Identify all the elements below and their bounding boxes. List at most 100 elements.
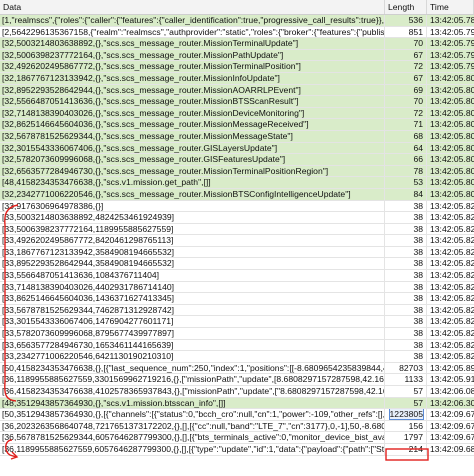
cell-length: 1797 <box>385 432 427 443</box>
cell-length: 72 <box>385 107 427 119</box>
cell-data: [33,3015543336067406,1476904277601171] <box>0 316 385 328</box>
cell-data: [33,5003214803638892,4824253461924939] <box>0 212 385 223</box>
cell-length-value: 214 <box>408 443 423 454</box>
table-row[interactable]: [36,5678781525629344,6057646287799300,{}… <box>0 432 474 444</box>
cell-length-value: 38 <box>413 339 423 350</box>
cell-data: [32,1867767123133942,{},"scs.scs_message… <box>0 72 385 84</box>
cell-time: 13:42:05.801 <box>430 107 474 118</box>
cell-length-value: 38 <box>413 293 423 304</box>
table-row[interactable]: [32,5006398237772164,{},"scs.scs_message… <box>0 49 474 62</box>
cell-length-value: 72 <box>413 61 423 72</box>
table-row[interactable]: [50,4158234353476638,{},[{"last_sequence… <box>0 362 474 375</box>
table-row[interactable]: [48,4158234353476638,{},"scs.v1.mission.… <box>0 177 474 189</box>
table-row[interactable]: [33,8625146645604036,1436371627413345] 38… <box>0 293 474 305</box>
cell-data: [2,5642296135367158,{"realm":"realmscs",… <box>2 26 385 38</box>
table-row[interactable]: [50,3512943857364930,{},[{"channels":[{"… <box>0 409 474 421</box>
cell-time: 13:42:05.804 <box>430 188 474 199</box>
table-row[interactable]: [33,4926202495867772,8420461298765113] 38… <box>0 235 474 247</box>
cell-length: 1223805 <box>385 409 427 420</box>
cell-length-value: 68 <box>413 130 423 141</box>
cell-time: 13:42:05.799 <box>430 49 474 60</box>
table-row[interactable]: [32,8952293528642944,{},"scs.scs_message… <box>0 84 474 97</box>
table-row[interactable]: [32,8625146645604036,{},"scs.scs_message… <box>0 119 474 131</box>
column-header-time[interactable]: Time <box>427 0 474 14</box>
cell-length-value: 1797 <box>403 432 423 443</box>
cell-length-value: 1223805 <box>388 409 425 420</box>
cell-data: [36,5678781525629344,6057646287799300,{}… <box>2 432 385 443</box>
cell-length: 57 <box>385 397 427 409</box>
table-row[interactable]: [33,5782073609996068,8795677439977897] 38… <box>0 328 474 340</box>
cell-data: [32,5566487051413636,{},"scs.scs_message… <box>0 96 385 107</box>
table-row[interactable]: [32,5678781525629344,{},"scs.scs_message… <box>0 130 474 143</box>
cell-length-value: 67 <box>413 72 423 83</box>
table-row[interactable]: [33,8952293528642944,3584908194665532] 38… <box>0 258 474 271</box>
table-row[interactable]: [33,3015543336067406,1476904277601171] 38… <box>0 316 474 329</box>
cell-length-value: 38 <box>413 200 423 211</box>
cell-length: 84 <box>385 188 427 200</box>
cell-time: 13:42:05.803 <box>430 177 474 188</box>
cell-time: 13:42:05.828 <box>430 281 474 292</box>
cell-length: 38 <box>385 235 427 246</box>
table-row[interactable]: [36,2023263568640748,7217651373172202,{}… <box>0 420 474 433</box>
cell-data: [33,2342771006220546,6421130190210310] <box>0 351 385 362</box>
table-row[interactable]: [32,5566487051413636,{},"scs.scs_message… <box>0 96 474 108</box>
table-row[interactable]: [33,5003214803638892,4824253461924939] 38… <box>0 212 474 224</box>
table-row[interactable]: [32,3015543336067406,{},"scs.scs_message… <box>0 142 474 155</box>
cell-length-value: 67 <box>413 49 423 60</box>
cell-length: 38 <box>385 258 427 270</box>
table-body: [1,"realmscs",{"roles":{"caller":{"featu… <box>0 15 474 456</box>
cell-time: 13:42:05.828 <box>430 316 474 327</box>
cell-length-value: 70 <box>413 38 423 49</box>
table-row[interactable]: [33,7148138390403026,4402931786714140] 38… <box>0 281 474 294</box>
cell-length: 67 <box>385 49 427 61</box>
table-row[interactable]: [32,6563577284946730,{},"scs.scs_message… <box>0 165 474 178</box>
cell-length: 38 <box>385 246 427 258</box>
cell-data: [33,9176306964978386,{}] <box>0 200 385 212</box>
cell-length: 1133 <box>385 374 427 385</box>
table-row[interactable]: [36,4158234353476638,4102578365937843,{}… <box>0 386 474 398</box>
table-row[interactable]: [33,5006398237772164,1189955885627559] 38… <box>0 223 474 236</box>
cell-length-value: 72 <box>413 107 423 118</box>
table-row[interactable]: [32,4926202495867772,{},"scs.scs_message… <box>0 61 474 73</box>
table-row[interactable]: [32,2342771006220546,{},"scs.scs_message… <box>0 188 474 201</box>
cell-time: 13:42:09.684 <box>430 443 474 454</box>
cell-time: 13:42:09.676 <box>430 432 474 443</box>
cell-data: [33,5006398237772164,1189955885627559] <box>0 223 385 235</box>
table-row[interactable]: [32,5003214803638892,{},"scs.scs_message… <box>0 38 474 50</box>
table-row[interactable]: [33,9176306964978386,{}] 38 13:42:05.828 <box>0 200 474 213</box>
table-row[interactable]: [48,3512943857364930,{},"scs.v1.mission.… <box>0 397 474 410</box>
column-header-data[interactable]: Data <box>0 0 385 14</box>
table-row[interactable]: [32,7148138390403026,{},"scs.scs_message… <box>0 107 474 120</box>
table-row[interactable]: [2,5642296135367158,{"realm":"realmscs",… <box>0 26 474 39</box>
cell-length-value: 66 <box>413 154 423 165</box>
cell-length-value: 38 <box>413 235 423 246</box>
table-row[interactable]: [33,1867767123133942,3584908194665532] 38… <box>0 246 474 259</box>
column-header-length[interactable]: Length <box>385 0 427 14</box>
cell-length: 851 <box>385 26 427 38</box>
table-row[interactable]: [33,6563577284946730,1653461144165639] 38… <box>0 339 474 352</box>
cell-time: 13:42:05.828 <box>430 200 474 211</box>
cell-length: 38 <box>385 270 427 281</box>
cell-length-value: 156 <box>408 420 423 431</box>
table-row[interactable]: [33,5678781525629344,7462871312928742] 38… <box>0 304 474 317</box>
table-row[interactable]: [32,5782073609996068,{},"scs.scs_message… <box>0 154 474 166</box>
table-row[interactable]: [32,1867767123133942,{},"scs.scs_message… <box>0 72 474 85</box>
cell-time: 13:42:05.828 <box>430 339 474 350</box>
cell-time: 13:42:05.893 <box>430 362 474 373</box>
table-row[interactable]: [33,5566487051413636,1084376711404] 38 13:… <box>0 270 474 282</box>
cell-time: 13:42:06.304 <box>430 397 474 408</box>
cell-data: [33,7148138390403026,4402931786714140] <box>0 281 385 293</box>
cell-time: 13:42:05.828 <box>430 212 474 223</box>
table-row[interactable]: [36,1189955885627559,3301569962719216,{}… <box>0 374 474 386</box>
cell-length-value: 38 <box>413 258 423 269</box>
cell-time: 13:42:05.828 <box>430 351 474 362</box>
table-row[interactable]: [33,2342771006220546,6421130190210310] 38… <box>0 351 474 363</box>
cell-time: 13:42:05.798 <box>430 38 474 49</box>
table-row[interactable]: [1,"realmscs",{"roles":{"caller":{"featu… <box>0 15 474 27</box>
table-row[interactable]: [36,1189955885627559,6057646287799300,{}… <box>0 443 474 456</box>
cell-length: 82703 <box>385 362 427 374</box>
cell-data: [33,5566487051413636,1084376711404] <box>0 270 385 281</box>
cell-length: 70 <box>385 96 427 107</box>
cell-data: [32,5678781525629344,{},"scs.scs_message… <box>0 130 385 142</box>
cell-data: [36,1189955885627559,6057646287799300,{}… <box>2 443 385 455</box>
